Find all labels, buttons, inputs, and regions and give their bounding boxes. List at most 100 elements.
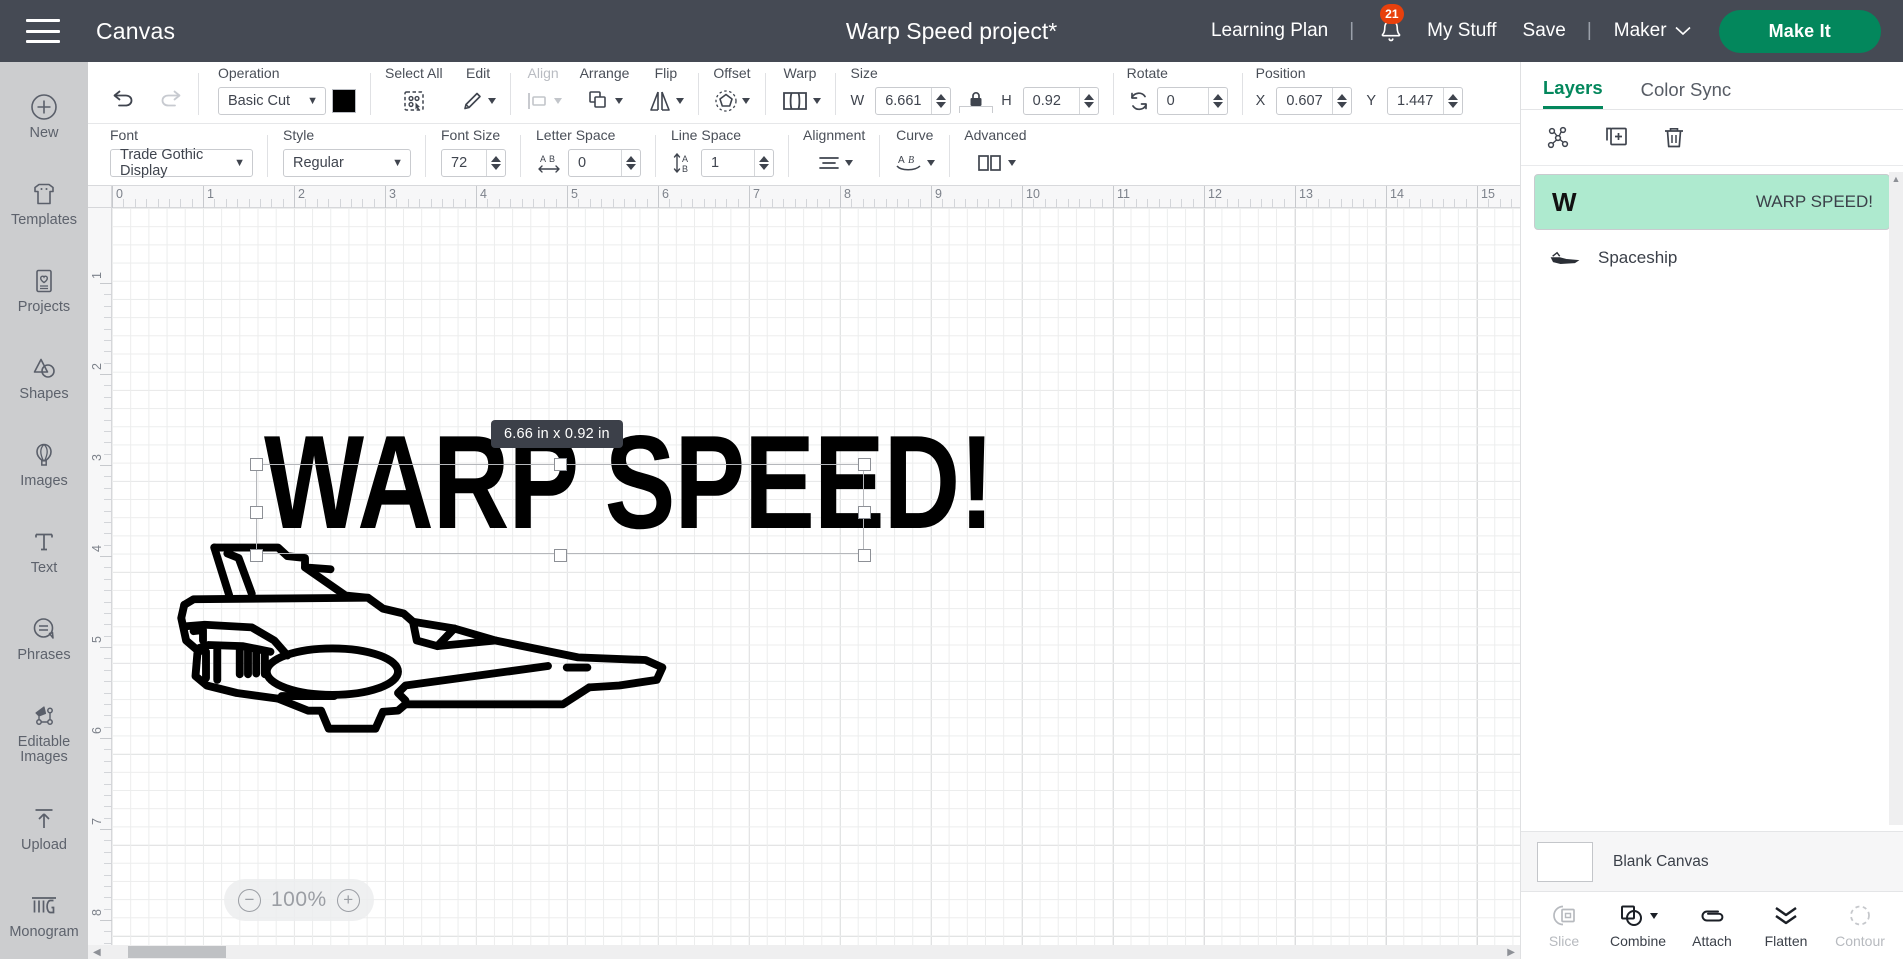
line-space-input[interactable]: [701, 149, 774, 177]
rotate-input[interactable]: [1157, 87, 1228, 115]
hscroll-thumb[interactable]: [128, 946, 226, 958]
resize-handle-br[interactable]: [858, 549, 871, 562]
undo-icon[interactable]: [110, 90, 136, 112]
learning-plan-link[interactable]: Learning Plan: [1198, 20, 1341, 42]
align-button[interactable]: [525, 90, 562, 112]
resize-handle-tl[interactable]: [250, 458, 263, 471]
y-stepper[interactable]: [1443, 88, 1462, 114]
height-stepper[interactable]: [1079, 88, 1098, 114]
x-value[interactable]: [1277, 93, 1332, 109]
project-title[interactable]: Warp Speed project*: [846, 18, 1057, 45]
rotate-value[interactable]: [1158, 93, 1208, 109]
resize-handle-bl[interactable]: [250, 549, 263, 562]
ruler-minor-tick: [104, 658, 112, 659]
width-value[interactable]: [876, 93, 931, 109]
rotate-stepper[interactable]: [1208, 88, 1227, 114]
alignment-button[interactable]: [816, 153, 853, 173]
resize-handle-tr[interactable]: [858, 458, 871, 471]
sidebar-item-images[interactable]: Images: [0, 422, 88, 509]
notifications-button[interactable]: 21: [1362, 17, 1414, 45]
style-select[interactable]: Regular ▼: [283, 149, 411, 177]
rotate-icon[interactable]: [1127, 89, 1151, 113]
sidebar-item-phrases[interactable]: Phrases: [0, 596, 88, 683]
resize-handle-l[interactable]: [250, 506, 263, 519]
group-button[interactable]: [1545, 125, 1573, 151]
layers-scrollbar[interactable]: ▲: [1889, 172, 1903, 825]
flip-button[interactable]: [647, 89, 684, 113]
canvas-background-row[interactable]: Blank Canvas: [1521, 831, 1903, 891]
hamburger-icon[interactable]: [26, 19, 60, 43]
spaceship-artwork[interactable]: [181, 548, 662, 729]
rotate-handle-top[interactable]: [554, 458, 567, 471]
sidebar-item-upload[interactable]: Upload: [0, 785, 88, 872]
offset-button[interactable]: [713, 89, 750, 113]
save-button[interactable]: Save: [1510, 20, 1579, 42]
scroll-left-arrow[interactable]: ◀: [88, 947, 106, 958]
sidebar-item-text[interactable]: Text: [0, 509, 88, 596]
y-input[interactable]: [1387, 87, 1463, 115]
resize-handle-r[interactable]: [858, 506, 871, 519]
sidebar-item-shapes[interactable]: Shapes: [0, 335, 88, 422]
arrange-button[interactable]: [586, 89, 623, 113]
width-input[interactable]: [875, 87, 951, 115]
minus-circle-icon[interactable]: −: [238, 889, 261, 912]
selection-box[interactable]: [256, 464, 864, 554]
make-it-button[interactable]: Make It: [1719, 10, 1881, 53]
ruler-minor-tick: [908, 199, 909, 208]
scroll-up-arrow[interactable]: ▲: [1889, 174, 1903, 184]
combine-button[interactable]: Combine: [1603, 903, 1673, 949]
canvas-color-swatch[interactable]: [1537, 842, 1593, 882]
font-size-input[interactable]: [441, 149, 506, 177]
line-space-stepper[interactable]: [754, 150, 773, 176]
ruler-number: 14: [1386, 187, 1404, 201]
delete-button[interactable]: [1661, 125, 1687, 151]
tab-color-sync[interactable]: Color Sync: [1641, 62, 1731, 109]
width-stepper[interactable]: [931, 88, 950, 114]
machine-selector[interactable]: Maker: [1600, 20, 1701, 42]
letter-space-stepper[interactable]: [621, 150, 640, 176]
canvas-horizontal-scrollbar[interactable]: ◀ ▶: [88, 945, 1520, 959]
slice-button[interactable]: Slice: [1529, 903, 1599, 949]
curve-button[interactable]: A B: [894, 152, 935, 174]
operation-select[interactable]: Basic Cut ▼: [218, 87, 326, 115]
letter-space-input[interactable]: [568, 149, 641, 177]
y-value[interactable]: [1388, 93, 1443, 109]
flatten-button[interactable]: Flatten: [1751, 903, 1821, 949]
sidebar-item-templates[interactable]: Templates: [0, 161, 88, 248]
ruler-minor-tick: [1136, 199, 1137, 208]
plus-circle-icon[interactable]: +: [337, 889, 360, 912]
duplicate-button[interactable]: [1603, 125, 1631, 151]
height-value[interactable]: [1024, 93, 1079, 109]
letter-space-value[interactable]: [569, 155, 621, 171]
font-size-stepper[interactable]: [486, 150, 505, 176]
canvas-label[interactable]: Canvas: [96, 18, 175, 45]
sidebar-item-monogram[interactable]: Monogram: [0, 872, 88, 959]
layer-row-warp-speed[interactable]: W WARP SPEED!: [1534, 174, 1890, 230]
line-space-value[interactable]: [702, 155, 754, 171]
attach-button[interactable]: Attach: [1677, 903, 1747, 949]
warp-button[interactable]: [780, 90, 821, 112]
select-all-icon[interactable]: [401, 89, 427, 113]
scroll-right-arrow[interactable]: ▶: [1502, 947, 1520, 958]
x-input[interactable]: [1276, 87, 1352, 115]
my-stuff-link[interactable]: My Stuff: [1414, 20, 1509, 42]
advanced-button[interactable]: [975, 153, 1016, 173]
height-input[interactable]: [1023, 87, 1099, 115]
delete-handle-bottom[interactable]: [554, 549, 567, 562]
redo-icon[interactable]: [158, 90, 184, 112]
ruler-minor-tick: [886, 199, 887, 208]
sidebar-item-projects[interactable]: Projects: [0, 248, 88, 335]
layer-row-spaceship[interactable]: Spaceship: [1534, 230, 1890, 286]
tab-layers[interactable]: Layers: [1543, 62, 1603, 109]
operation-color-swatch[interactable]: [332, 89, 356, 113]
font-size-value[interactable]: [442, 155, 486, 171]
font-select[interactable]: Trade Gothic Display ▼: [110, 149, 253, 177]
ruler-minor-tick: [104, 727, 112, 728]
sidebar-item-new[interactable]: New: [0, 74, 88, 161]
size-lock[interactable]: [959, 90, 993, 113]
contour-button[interactable]: Contour: [1825, 903, 1895, 949]
design-canvas[interactable]: WARP SPEED!: [88, 186, 1520, 959]
x-stepper[interactable]: [1332, 88, 1351, 114]
edit-button[interactable]: [461, 89, 496, 113]
sidebar-item-editable-images[interactable]: Editable Images: [0, 682, 88, 785]
